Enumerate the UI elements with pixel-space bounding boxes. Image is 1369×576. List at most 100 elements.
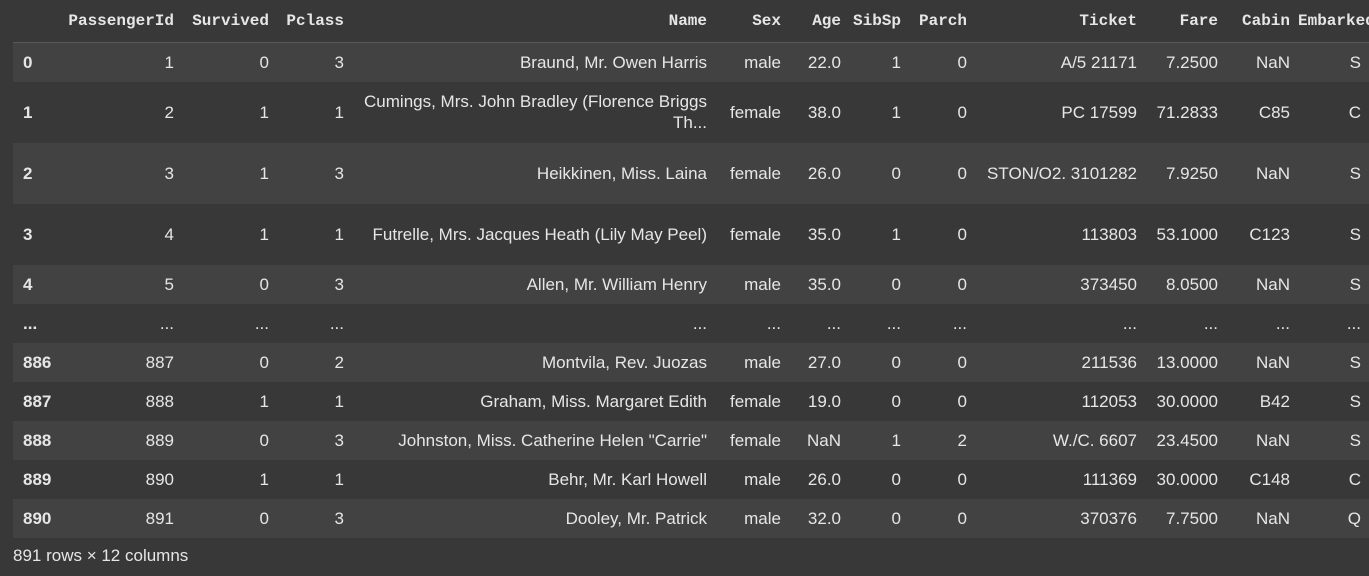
column-header-ticket: Ticket xyxy=(975,0,1145,43)
cell-passengerid: 4 xyxy=(164,224,174,244)
cell-cabin: C148 xyxy=(1249,469,1290,489)
cell-sibsp: 0 xyxy=(891,508,901,528)
row-index: 3 xyxy=(23,224,33,244)
table-row: 1 2 1 1 Cumings, Mrs. John Bradley (Florence… xyxy=(13,81,1369,143)
cell-survived: 0 xyxy=(259,430,269,450)
dataframe-output: PassengerId Survived Pclass Name Sex Age SibSp… xyxy=(13,0,1369,538)
cell-name: Braund, Mr. Owen Harris xyxy=(519,52,707,72)
cell-age: 26.0 xyxy=(807,469,841,489)
row-index: ... xyxy=(23,313,38,333)
cell-parch: 2 xyxy=(957,430,967,450)
cell-age: 26.0 xyxy=(807,163,841,183)
cell-sex: male xyxy=(744,274,781,294)
cell-passengerid: 5 xyxy=(164,274,174,294)
cell-cabin: NaN xyxy=(1255,274,1290,294)
cell-survived: 1 xyxy=(259,391,269,411)
cell-ticket: 373450 xyxy=(1080,274,1137,294)
cell-parch: 0 xyxy=(957,163,967,183)
cell-ticket: PC 17599 xyxy=(1061,102,1137,122)
cell-parch: 0 xyxy=(957,508,967,528)
cell-sex: male xyxy=(744,352,781,372)
cell-fare: 7.7500 xyxy=(1166,508,1218,528)
cell-name: Dooley, Mr. Patrick xyxy=(565,508,707,528)
cell-sex: male xyxy=(744,469,781,489)
cell-embarked: S xyxy=(1349,352,1361,372)
cell-cabin: NaN xyxy=(1255,352,1290,372)
cell-age: ... xyxy=(826,313,841,333)
cell-passengerid: 887 xyxy=(145,352,174,372)
row-index: 1 xyxy=(23,102,33,122)
cell-parch: 0 xyxy=(957,274,967,294)
cell-sibsp: 1 xyxy=(891,52,901,72)
cell-embarked: C xyxy=(1348,102,1361,122)
table-body: 0 1 0 3 Braund, Mr. Owen Harris male 22.0 1 0 A/5… xyxy=(13,42,1369,538)
cell-name: Heikkinen, Miss. Laina xyxy=(536,163,707,183)
cell-survived: 0 xyxy=(259,508,269,528)
cell-age: 27.0 xyxy=(807,352,841,372)
cell-name: Montvila, Rev. Juozas xyxy=(541,352,707,372)
cell-passengerid: 3 xyxy=(164,163,174,183)
cell-sex: male xyxy=(744,52,781,72)
cell-fare: 30.0000 xyxy=(1156,469,1218,489)
cell-fare: 71.2833 xyxy=(1156,102,1218,122)
cell-pclass: 3 xyxy=(334,163,344,183)
cell-name: ... xyxy=(692,313,707,333)
table-row: ....................................... xyxy=(13,303,1369,343)
cell-age: 38.0 xyxy=(807,102,841,122)
cell-pclass: 1 xyxy=(334,224,344,244)
cell-pclass: 1 xyxy=(334,469,344,489)
cell-cabin: NaN xyxy=(1255,508,1290,528)
cell-fare: 53.1000 xyxy=(1156,224,1218,244)
cell-sex: female xyxy=(729,163,781,183)
cell-survived: 1 xyxy=(259,469,269,489)
cell-sibsp: 0 xyxy=(891,391,901,411)
cell-embarked: Q xyxy=(1347,508,1361,528)
cell-age: 35.0 xyxy=(807,224,841,244)
cell-passengerid: 890 xyxy=(145,469,174,489)
cell-age: 22.0 xyxy=(807,52,841,72)
cell-fare: 13.0000 xyxy=(1156,352,1218,372)
cell-embarked: S xyxy=(1349,391,1361,411)
cell-embarked: C xyxy=(1348,469,1361,489)
shape-summary: 891 rows × 12 columns xyxy=(13,546,189,565)
column-header-age: Age xyxy=(789,0,849,43)
row-index: 0 xyxy=(23,52,33,72)
cell-ticket: STON/O2. 3101282 xyxy=(987,163,1137,183)
cell-sibsp: 1 xyxy=(891,224,901,244)
table-row: 3 4 1 1 Futrelle, Mrs. Jacques Heath (Lily M… xyxy=(13,203,1369,265)
cell-parch: 0 xyxy=(957,469,967,489)
header-row: PassengerId Survived Pclass Name Sex Age SibSp… xyxy=(13,0,1369,43)
table-row: 887 888 1 1 Graham, Miss. Margaret Edith fema… xyxy=(13,381,1369,421)
column-header-cabin: Cabin xyxy=(1226,0,1298,43)
column-header-sibsp: SibSp xyxy=(849,0,909,43)
column-header-name: Name xyxy=(352,0,715,43)
cell-age: 32.0 xyxy=(807,508,841,528)
cell-passengerid: 2 xyxy=(164,102,174,122)
cell-survived: 1 xyxy=(259,224,269,244)
cell-cabin: B42 xyxy=(1259,391,1290,411)
column-header-index xyxy=(13,0,60,43)
cell-survived: 1 xyxy=(259,163,269,183)
cell-name: Johnston, Miss. Catherine Helen "Carrie" xyxy=(398,430,707,450)
cell-sex: male xyxy=(744,508,781,528)
cell-pclass: 1 xyxy=(334,102,344,122)
cell-age: 19.0 xyxy=(807,391,841,411)
cell-parch: 0 xyxy=(957,391,967,411)
cell-fare: ... xyxy=(1203,313,1218,333)
cell-sibsp: 0 xyxy=(891,274,901,294)
cell-fare: 30.0000 xyxy=(1156,391,1218,411)
cell-sibsp: 1 xyxy=(891,430,901,450)
cell-cabin: NaN xyxy=(1255,163,1290,183)
cell-name: Futrelle, Mrs. Jacques Heath (Lily May P… xyxy=(372,224,707,244)
cell-parch: 0 xyxy=(957,102,967,122)
cell-name: Behr, Mr. Karl Howell xyxy=(548,469,707,489)
row-index: 889 xyxy=(23,469,52,489)
table-row: 2 3 1 3 Heikkinen, Miss. Laina female 26.0 0 0 ST… xyxy=(13,142,1369,204)
row-index: 4 xyxy=(23,274,33,294)
row-index: 886 xyxy=(23,352,52,372)
cell-ticket: W./C. 6607 xyxy=(1052,430,1137,450)
cell-pclass: 2 xyxy=(334,352,344,372)
cell-sibsp: 0 xyxy=(891,352,901,372)
row-index: 2 xyxy=(23,163,33,183)
cell-age: NaN xyxy=(806,430,841,450)
